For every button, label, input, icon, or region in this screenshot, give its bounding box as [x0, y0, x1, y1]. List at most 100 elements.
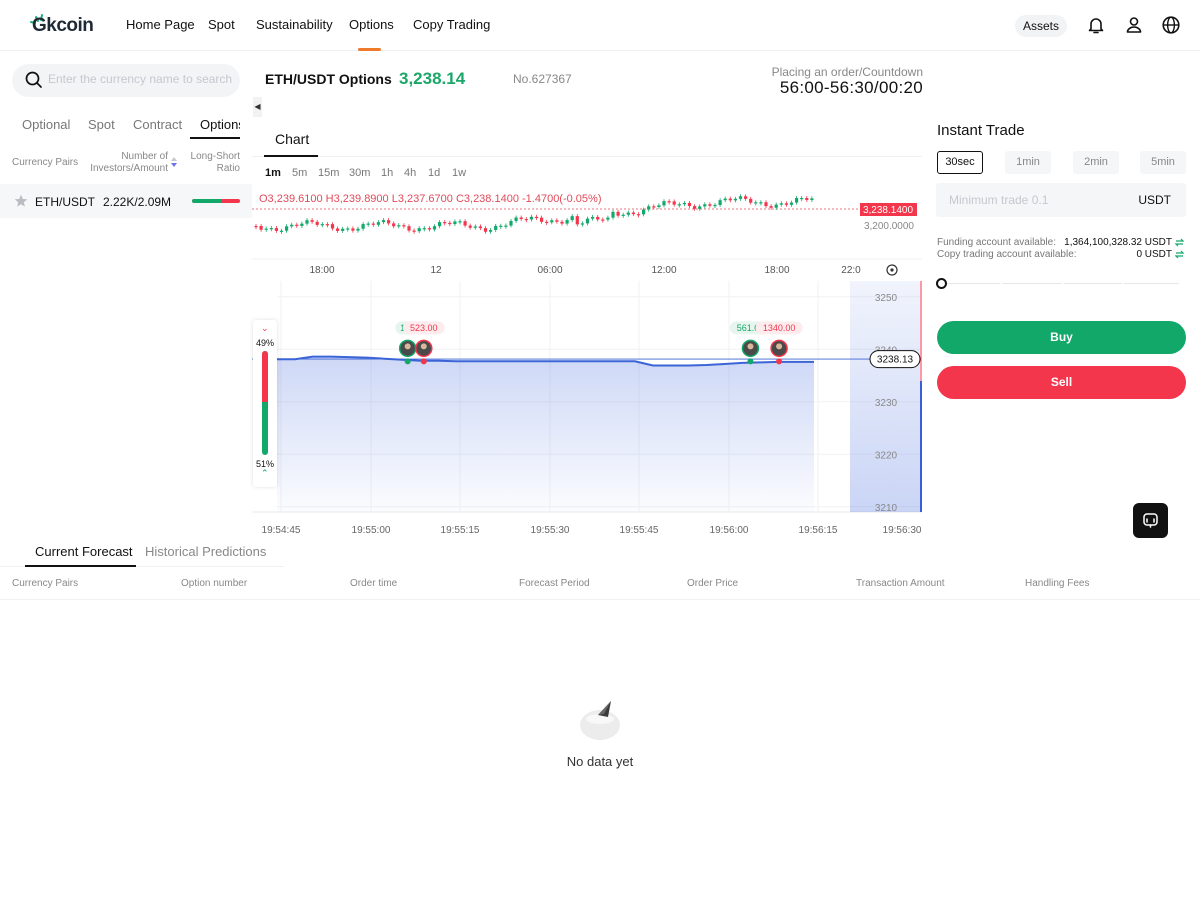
sentiment-bar — [262, 351, 268, 455]
sentiment-panel: ⌄ 49% 51% ⌃ — [253, 320, 277, 487]
order-amount-label: 523.00 — [410, 323, 438, 333]
funding-account-label: Funding account available: — [937, 237, 1056, 248]
timeframe-1d[interactable]: 1d — [428, 167, 440, 179]
duration-30sec[interactable]: 30sec — [937, 151, 983, 174]
candle — [580, 221, 584, 227]
brand-name[interactable]: Gkcoin — [32, 15, 94, 37]
candle — [687, 200, 692, 209]
candle — [463, 219, 467, 228]
amount-slider-handle[interactable] — [936, 278, 947, 289]
headset-icon — [1143, 513, 1158, 528]
chart-settings-icon — [886, 264, 898, 276]
customer-support-button[interactable] — [1133, 503, 1168, 538]
candle — [805, 195, 809, 202]
amount-unit: USDT — [1138, 193, 1171, 207]
candle — [647, 204, 651, 212]
amount-slider-track[interactable] — [943, 283, 1179, 284]
nav-sustainability[interactable]: Sustainability — [256, 17, 333, 32]
candle — [723, 196, 727, 203]
candle — [795, 196, 799, 205]
nav-copy-trading[interactable]: Copy Trading — [413, 17, 490, 32]
assets-button[interactable]: Assets — [1015, 15, 1067, 37]
x-tick-label: 19:55:15 — [441, 525, 480, 536]
candle — [657, 203, 661, 210]
candle — [305, 218, 309, 226]
candle — [611, 209, 615, 220]
chevron-up-icon[interactable]: ⌄ — [261, 323, 269, 334]
candle — [693, 204, 697, 211]
amount-input[interactable] — [949, 193, 1119, 207]
timeframe-15m[interactable]: 15m — [318, 167, 339, 179]
nav-spot[interactable]: Spot — [208, 17, 235, 32]
collapse-panel-button[interactable]: ◀ — [253, 97, 262, 117]
search-icon — [25, 71, 42, 88]
top-header: Gkcoin Home Page Spot Sustainability Opt… — [0, 0, 1200, 51]
copy-account-value: 0 USDT — [1136, 249, 1172, 260]
bottom-tab-underline — [25, 565, 136, 567]
globe-icon[interactable] — [1161, 15, 1181, 35]
timeframe-1m[interactable]: 1m — [265, 167, 281, 179]
tab-chart[interactable]: Chart — [275, 131, 309, 147]
tab-optional[interactable]: Optional — [22, 117, 70, 132]
candle — [596, 214, 600, 222]
nav-home[interactable]: Home Page — [126, 17, 195, 32]
candle — [591, 214, 595, 221]
candle — [458, 219, 462, 225]
tab-contract[interactable]: Contract — [133, 117, 182, 132]
tab-historical-predictions[interactable]: Historical Predictions — [145, 544, 266, 559]
candle — [483, 226, 488, 234]
column-handling-fees: Handling Fees — [1025, 578, 1090, 589]
candle — [341, 226, 345, 233]
tab-options[interactable]: Options — [200, 117, 240, 132]
column-investors-line1: Number of — [121, 151, 168, 162]
candle — [703, 202, 707, 209]
candle — [636, 212, 641, 218]
duration-5min[interactable]: 5min — [1140, 151, 1186, 174]
tab-spot[interactable]: Spot — [88, 117, 115, 132]
candle — [336, 226, 340, 233]
nav-options[interactable]: Options — [349, 17, 394, 32]
bell-icon[interactable] — [1086, 15, 1106, 35]
candle — [366, 221, 370, 227]
transfer-icon[interactable] — [1175, 238, 1184, 247]
candle — [387, 218, 391, 226]
candle — [325, 222, 329, 228]
chevron-down-icon[interactable]: ⌃ — [261, 468, 269, 479]
transfer-icon[interactable] — [1175, 250, 1184, 259]
table-header-divider — [0, 599, 1200, 600]
candle — [351, 226, 355, 233]
x-tick-label: 06:00 — [537, 265, 562, 276]
timeframe-5m[interactable]: 5m — [292, 167, 307, 179]
price-area-chart[interactable]: 32503240323032203210 139523.00561.001340… — [252, 281, 927, 541]
order-markers: 139523.00561.001340.00 — [395, 321, 803, 365]
x-tick-label: 22:0 — [841, 265, 861, 276]
list-item[interactable]: ETH/USDT 2.22K/2.09M — [0, 184, 252, 218]
candle — [784, 201, 788, 207]
column-currency-pairs: Currency Pairs — [12, 578, 79, 589]
sort-icon[interactable] — [171, 157, 177, 167]
chart-tab-divider — [252, 156, 922, 157]
candle — [759, 200, 763, 206]
duration-2min[interactable]: 2min — [1073, 151, 1119, 174]
candle — [718, 198, 722, 207]
user-icon[interactable] — [1124, 15, 1144, 35]
search-input[interactable] — [48, 72, 238, 86]
timeframe-30m[interactable]: 30m — [349, 167, 370, 179]
sell-button[interactable]: Sell — [937, 366, 1186, 399]
star-icon[interactable] — [14, 194, 28, 208]
timeframe-1w[interactable]: 1w — [452, 167, 466, 179]
candle — [514, 215, 518, 223]
empty-state-text: No data yet — [566, 754, 634, 769]
timeframe-1h[interactable]: 1h — [381, 167, 393, 179]
copy-account-label: Copy trading account available: — [937, 249, 1077, 260]
candle — [509, 218, 513, 228]
investors-amount: 2.22K/2.09M — [103, 195, 172, 209]
candle — [295, 222, 299, 228]
x-ticks: 19:54:45 19:55:00 19:55:15 19:55:30 19:55:45… — [262, 525, 922, 536]
tab-current-forecast[interactable]: Current Forecast — [35, 544, 133, 559]
timeframe-4h[interactable]: 4h — [404, 167, 416, 179]
duration-1min[interactable]: 1min — [1005, 151, 1051, 174]
column-order-price: Order Price — [687, 578, 739, 589]
candle — [494, 223, 498, 232]
buy-button[interactable]: Buy — [937, 321, 1186, 354]
